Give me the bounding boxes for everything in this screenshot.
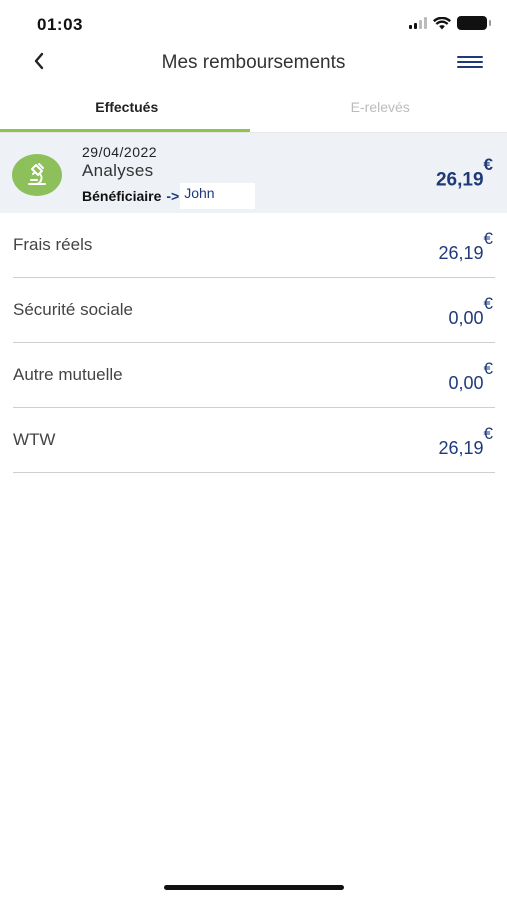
row-label: Frais réels (13, 235, 93, 254)
row-amount: 26,19€ (438, 229, 493, 264)
total-amount-value: 26,19 (435, 169, 484, 191)
currency-symbol: € (483, 294, 493, 313)
beneficiary: Bénéficiaire -> John (82, 183, 255, 209)
tab-e-releves[interactable]: E-relevés (254, 88, 507, 132)
row-frais-reels: Frais réels 26,19€ (13, 213, 495, 278)
tab-effectues[interactable]: Effectués (0, 88, 254, 132)
row-label: WTW (13, 430, 56, 449)
currency-symbol: € (483, 359, 493, 378)
row-amount-value: 0,00 (448, 373, 484, 393)
row-amount: 0,00€ (448, 294, 493, 329)
reimbursement-summary: 29/04/2022 Analyses Bénéficiaire -> John… (0, 133, 507, 213)
cellular-signal-icon (409, 17, 427, 29)
page-title: Mes remboursements (161, 52, 346, 73)
currency-symbol: € (483, 424, 493, 443)
row-label: Sécurité sociale (13, 300, 134, 319)
home-indicator[interactable] (164, 885, 344, 890)
microscope-icon (12, 154, 62, 196)
reimbursement-date: 29/04/2022 (82, 144, 158, 160)
medical-act: Analyses (82, 161, 154, 180)
status-icons (409, 16, 491, 30)
currency-symbol: € (483, 155, 493, 174)
menu-icon-line (457, 66, 483, 68)
header: Mes remboursements (0, 40, 507, 84)
wifi-icon (433, 16, 451, 29)
total-amount: 26,19€ (435, 155, 493, 191)
menu-button[interactable] (457, 51, 483, 73)
row-amount-value: 26,19 (438, 243, 484, 263)
menu-icon-line (457, 61, 483, 63)
menu-icon-line (457, 56, 483, 58)
beneficiary-arrow: -> (166, 188, 180, 204)
row-autre-mutuelle: Autre mutuelle 0,00€ (13, 343, 495, 408)
beneficiary-label: Bénéficiaire (82, 188, 162, 204)
row-amount-value: 0,00 (448, 308, 484, 328)
row-amount: 0,00€ (448, 359, 493, 394)
row-amount: 26,19€ (438, 424, 493, 459)
beneficiary-name: John (180, 183, 255, 209)
status-time: 01:03 (37, 15, 83, 34)
row-wtw: WTW 26,19€ (13, 408, 495, 473)
currency-symbol: € (483, 229, 493, 248)
battery-icon (457, 16, 491, 30)
row-label: Autre mutuelle (13, 365, 123, 384)
tabs: Effectués E-relevés (0, 88, 507, 132)
row-securite-sociale: Sécurité sociale 0,00€ (13, 278, 495, 343)
row-amount-value: 26,19 (438, 438, 484, 458)
